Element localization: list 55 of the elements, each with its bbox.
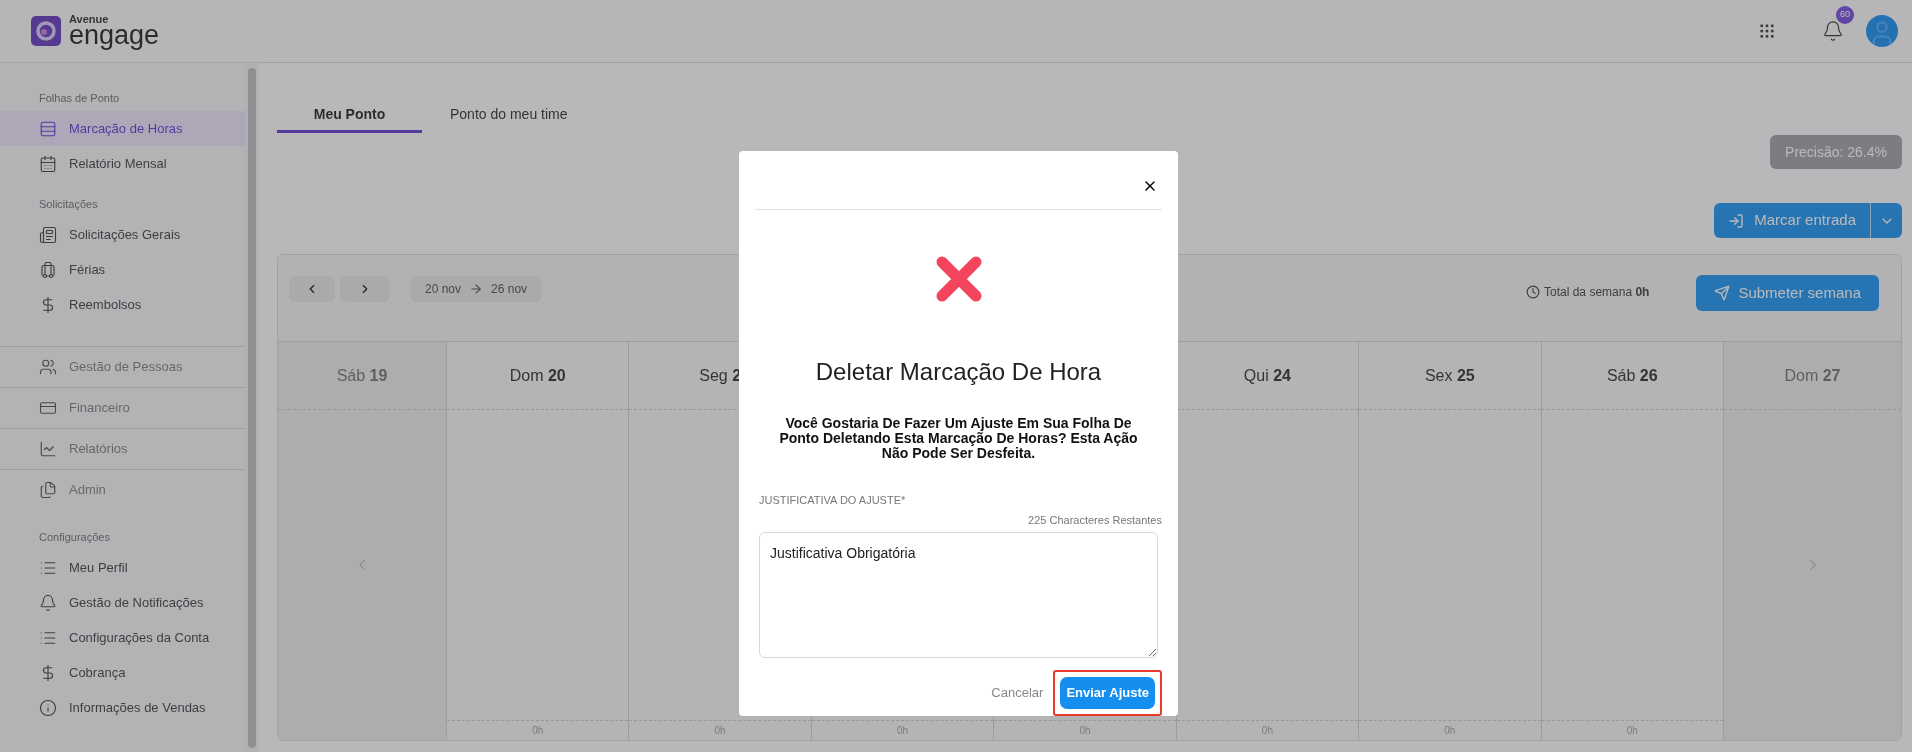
clock-icon <box>1526 285 1540 299</box>
day-header: Sáb 19 <box>336 365 388 386</box>
notifications-icon[interactable] <box>1822 20 1844 42</box>
arrow-right-icon <box>469 282 484 296</box>
section-label: Folhas de Ponto <box>38 90 121 106</box>
section-label: Configurações <box>38 529 111 545</box>
module-icon <box>39 440 57 458</box>
item-icon <box>39 593 57 612</box>
dialog-title: Deletar Marcação De Hora <box>814 356 1103 387</box>
sidebar-item[interactable]: Informações de Vendas <box>0 690 245 725</box>
tab[interactable]: Meu Ponto <box>277 98 422 133</box>
sidebar-item[interactable]: Gestão de Notificações <box>0 585 245 620</box>
section-label: Solicitações <box>38 196 99 212</box>
item-icon <box>39 698 57 717</box>
send-icon <box>1714 285 1731 301</box>
sidebar-item[interactable]: Férias <box>0 252 245 287</box>
day-header: Qui 24 <box>1243 365 1291 386</box>
tab[interactable]: Ponto do meu time <box>422 98 596 133</box>
justification-field[interactable]: Justificativa Obrigatória <box>759 531 1158 658</box>
day-header: Dom 27 <box>1784 365 1841 386</box>
avatar[interactable] <box>1866 15 1898 47</box>
range-end: 26 nov <box>491 281 528 298</box>
day-header: Sáb 26 <box>1606 365 1658 386</box>
week-total: Total da semana 0h <box>1544 284 1650 301</box>
module-icon <box>39 481 57 499</box>
day-header: Dom 20 <box>509 365 566 386</box>
day-header: Sex 25 <box>1424 365 1475 386</box>
item-icon <box>39 119 57 138</box>
sidebar-item[interactable]: Solicitações Gerais <box>0 217 245 252</box>
date-range[interactable]: 20 nov 26 nov <box>410 276 543 302</box>
item-icon <box>39 154 57 173</box>
send-adjustment-button[interactable]: Enviar Ajuste <box>1060 677 1155 709</box>
sidebar-item[interactable]: Relatório Mensal <box>0 146 245 181</box>
dialog-message: Você Gostaria De Fazer Um Ajuste Em Sua Folha De Ponto Deletando Esta Marcação De Horas? Esta Ação Não Pode Ser Desfeita. <box>778 415 1139 461</box>
apps-grid-icon[interactable] <box>1758 22 1776 40</box>
logo-subtitle: Avenue <box>69 13 110 25</box>
clock-in-icon <box>1728 212 1745 229</box>
field-label: JUSTIFICATIVA DO AJUSTE* <box>758 492 907 508</box>
character-counter: 225 Characteres Restantes <box>1027 513 1162 529</box>
module-icon <box>39 399 57 417</box>
sidebar-item[interactable]: Configurações da Conta <box>0 620 245 655</box>
cancel-button[interactable]: Cancelar <box>991 683 1044 703</box>
sidebar-item[interactable]: Marcação de Horas <box>0 111 245 146</box>
item-icon <box>39 225 57 244</box>
logo-icon <box>31 16 61 46</box>
range-start: 20 nov <box>425 281 462 298</box>
sidebar-item[interactable]: Cobrança <box>0 655 245 690</box>
next-week-button[interactable] <box>340 276 390 302</box>
module-icon <box>39 358 57 376</box>
item-icon <box>39 260 57 279</box>
sidebar-item[interactable]: Reembolsos <box>0 287 245 322</box>
sidebar-item[interactable]: Meu Perfil <box>0 550 245 585</box>
error-cross-icon <box>935 255 982 302</box>
notification-count-badge: 60 <box>1836 6 1854 24</box>
previous-week-button[interactable] <box>289 276 335 302</box>
